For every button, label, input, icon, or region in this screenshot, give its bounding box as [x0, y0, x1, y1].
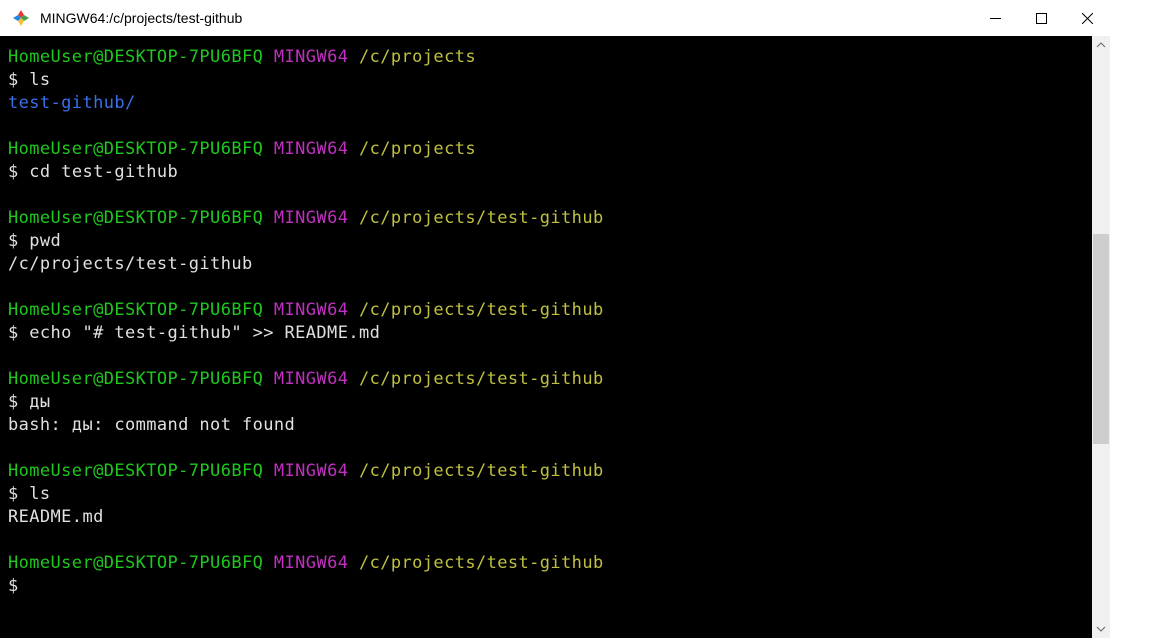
terminal-area: HomeUser@DESKTOP-7PU6BFQ MINGW64 /c/proj… — [0, 36, 1110, 638]
prompt-user-host: HomeUser@DESKTOP-7PU6BFQ — [8, 369, 263, 389]
command-text: ls — [29, 484, 50, 504]
prompt-env: MINGW64 — [274, 300, 348, 320]
blank-line — [8, 529, 1084, 552]
blank-line — [8, 184, 1084, 207]
output-text: /c/projects/test-github — [8, 254, 253, 274]
prompt-path: /c/projects — [359, 47, 476, 67]
maximize-button[interactable] — [1018, 0, 1064, 36]
prompt-user-host: HomeUser@DESKTOP-7PU6BFQ — [8, 47, 263, 67]
command-line: $ ls — [8, 483, 1084, 506]
output-line: README.md — [8, 506, 1084, 529]
prompt-dollar: $ — [8, 484, 29, 504]
prompt-line: HomeUser@DESKTOP-7PU6BFQ MINGW64 /c/proj… — [8, 138, 1084, 161]
minimize-button[interactable] — [972, 0, 1018, 36]
prompt-dollar: $ — [8, 392, 29, 412]
blank-line — [8, 276, 1084, 299]
prompt-user-host: HomeUser@DESKTOP-7PU6BFQ — [8, 300, 263, 320]
command-line: $ — [8, 575, 1084, 598]
command-line: $ cd test-github — [8, 161, 1084, 184]
output-line: /c/projects/test-github — [8, 253, 1084, 276]
app-icon — [12, 9, 30, 27]
scroll-up-icon[interactable] — [1092, 36, 1110, 54]
titlebar[interactable]: MINGW64:/c/projects/test-github — [0, 0, 1110, 36]
command-line: $ pwd — [8, 230, 1084, 253]
prompt-env: MINGW64 — [274, 139, 348, 159]
scrollbar[interactable] — [1092, 36, 1110, 638]
command-text: echo "# test-github" >> README.md — [29, 323, 380, 343]
prompt-path: /c/projects/test-github — [359, 208, 604, 228]
prompt-line: HomeUser@DESKTOP-7PU6BFQ MINGW64 /c/proj… — [8, 207, 1084, 230]
prompt-user-host: HomeUser@DESKTOP-7PU6BFQ — [8, 139, 263, 159]
prompt-path: /c/projects — [359, 139, 476, 159]
prompt-user-host: HomeUser@DESKTOP-7PU6BFQ — [8, 461, 263, 481]
prompt-env: MINGW64 — [274, 461, 348, 481]
command-text: ды — [29, 392, 50, 412]
prompt-env: MINGW64 — [274, 369, 348, 389]
prompt-line: HomeUser@DESKTOP-7PU6BFQ MINGW64 /c/proj… — [8, 460, 1084, 483]
output-line: bash: ды: command not found — [8, 414, 1084, 437]
prompt-user-host: HomeUser@DESKTOP-7PU6BFQ — [8, 208, 263, 228]
command-line: $ echo "# test-github" >> README.md — [8, 322, 1084, 345]
scrollbar-track[interactable] — [1092, 54, 1110, 620]
prompt-env: MINGW64 — [274, 553, 348, 573]
prompt-env: MINGW64 — [274, 47, 348, 67]
command-text: ls — [29, 70, 50, 90]
command-text: pwd — [29, 231, 61, 251]
prompt-line: HomeUser@DESKTOP-7PU6BFQ MINGW64 /c/proj… — [8, 299, 1084, 322]
command-line: $ ды — [8, 391, 1084, 414]
prompt-dollar: $ — [8, 162, 29, 182]
prompt-line: HomeUser@DESKTOP-7PU6BFQ MINGW64 /c/proj… — [8, 46, 1084, 69]
command-line: $ ls — [8, 69, 1084, 92]
prompt-path: /c/projects/test-github — [359, 461, 604, 481]
output-text: bash: ды: command not found — [8, 415, 295, 435]
prompt-line: HomeUser@DESKTOP-7PU6BFQ MINGW64 /c/proj… — [8, 552, 1084, 575]
prompt-env: MINGW64 — [274, 208, 348, 228]
blank-line — [8, 115, 1084, 138]
prompt-dollar: $ — [8, 576, 19, 596]
window-title: MINGW64:/c/projects/test-github — [40, 10, 242, 26]
prompt-line: HomeUser@DESKTOP-7PU6BFQ MINGW64 /c/proj… — [8, 368, 1084, 391]
scrollbar-thumb[interactable] — [1093, 234, 1109, 444]
blank-line — [8, 345, 1084, 368]
blank-line — [8, 437, 1084, 460]
terminal-output[interactable]: HomeUser@DESKTOP-7PU6BFQ MINGW64 /c/proj… — [0, 36, 1092, 638]
scroll-down-icon[interactable] — [1092, 620, 1110, 638]
output-line: test-github/ — [8, 92, 1084, 115]
prompt-path: /c/projects/test-github — [359, 553, 604, 573]
close-button[interactable] — [1064, 0, 1110, 36]
prompt-path: /c/projects/test-github — [359, 369, 604, 389]
prompt-path: /c/projects/test-github — [359, 300, 604, 320]
prompt-dollar: $ — [8, 231, 29, 251]
prompt-dollar: $ — [8, 70, 29, 90]
command-text: cd test-github — [29, 162, 178, 182]
output-text: README.md — [8, 507, 104, 527]
terminal-window: MINGW64:/c/projects/test-github HomeUser… — [0, 0, 1110, 638]
output-text: test-github/ — [8, 93, 136, 113]
prompt-user-host: HomeUser@DESKTOP-7PU6BFQ — [8, 553, 263, 573]
prompt-dollar: $ — [8, 323, 29, 343]
